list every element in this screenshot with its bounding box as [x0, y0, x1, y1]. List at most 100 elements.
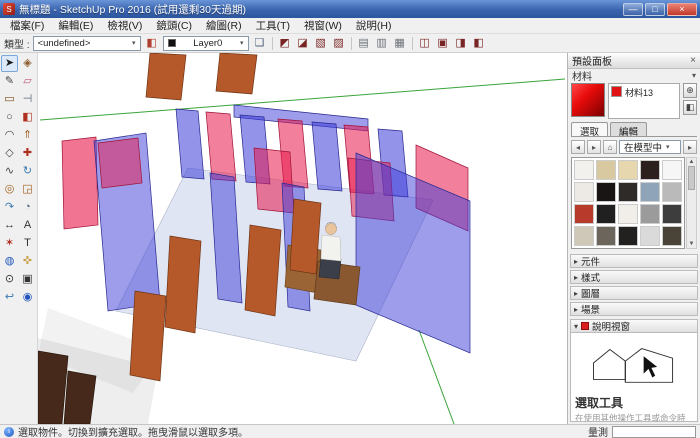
material-swatch-5[interactable] [662, 160, 682, 180]
camera-icon-1[interactable]: ▤ [356, 35, 372, 51]
warehouse-icon-2[interactable]: ▣ [435, 35, 451, 51]
material-swatch-13[interactable] [618, 204, 638, 224]
pan-tool[interactable]: ✜ [19, 253, 36, 270]
camera-icon-3[interactable]: ▦ [392, 35, 408, 51]
scroll-down-icon[interactable]: ▼ [689, 241, 695, 247]
move-tool[interactable]: ✚ [19, 145, 36, 162]
material-swatch-18[interactable] [618, 226, 638, 246]
orbit-tool[interactable]: ◍ [1, 253, 18, 270]
layer-dropdown[interactable]: Layer0 ▾ [163, 36, 249, 51]
paint-bucket-tool[interactable]: ◧ [19, 109, 36, 126]
material-swatch-3[interactable] [618, 160, 638, 180]
speaker[interactable] [165, 236, 201, 333]
material-swatch-16[interactable] [574, 226, 594, 246]
color-by-layer-icon[interactable]: ◧ [144, 35, 160, 51]
material-swatch-1[interactable] [574, 160, 594, 180]
back-icon[interactable]: ◂ [571, 140, 585, 154]
arc-tool[interactable]: ◠ [1, 127, 18, 144]
axes-tool[interactable]: ✶ [1, 235, 18, 252]
material-swatch-10[interactable] [662, 182, 682, 202]
panel-section-元件[interactable]: ▸元件 [570, 254, 698, 268]
menu-item-視窗(W)[interactable]: 視窗(W) [297, 18, 349, 33]
material-swatch-8[interactable] [618, 182, 638, 202]
materials-section-header[interactable]: 材料 ▾ [568, 69, 700, 82]
minimize-button[interactable]: — [623, 3, 643, 16]
material-swatch-19[interactable] [640, 226, 660, 246]
scrollbar-thumb[interactable] [688, 166, 695, 190]
material-swatch-9[interactable] [640, 182, 660, 202]
sandbox-icon-2[interactable]: ◪ [295, 35, 311, 51]
menu-item-檢視(V)[interactable]: 檢視(V) [100, 18, 149, 33]
panel-section-圖層[interactable]: ▸圖層 [570, 286, 698, 300]
material-swatch-2[interactable] [596, 160, 616, 180]
speaker[interactable] [64, 371, 96, 424]
eraser-tool[interactable]: ▱ [19, 73, 36, 90]
select-tool[interactable]: ➤ [1, 55, 18, 72]
material-swatch-4[interactable] [640, 160, 660, 180]
material-swatch-14[interactable] [640, 204, 660, 224]
create-material-button[interactable]: ⊕ [683, 83, 697, 98]
speaker[interactable] [130, 291, 166, 381]
material-swatch-6[interactable] [574, 182, 594, 202]
look-around-tool[interactable]: ◉ [19, 289, 36, 306]
3d-text-tool[interactable]: T [19, 235, 36, 252]
dimension-tool[interactable]: ↔ [1, 217, 18, 234]
zoom-extents-tool[interactable]: ▣ [19, 271, 36, 288]
instructor-header[interactable]: ▾ 說明視窗 [570, 319, 698, 333]
text-tool[interactable]: A [19, 217, 36, 234]
forward-icon[interactable]: ▸ [587, 140, 601, 154]
menu-item-說明(H)[interactable]: 說明(H) [349, 18, 399, 33]
viewport[interactable] [38, 53, 567, 424]
layers-panel-icon[interactable]: ❏ [252, 35, 268, 51]
make-component-tool[interactable]: ◈ [19, 55, 36, 72]
menu-item-繪圖(R)[interactable]: 繪圖(R) [199, 18, 249, 33]
close-button[interactable]: × [667, 3, 697, 16]
sandbox-icon-1[interactable]: ◩ [277, 35, 293, 51]
follow-me-tool[interactable]: ↷ [1, 199, 18, 216]
polygon-tool[interactable]: ◇ [1, 145, 18, 162]
warehouse-icon-1[interactable]: ◫ [417, 35, 433, 51]
speaker[interactable] [245, 225, 281, 316]
material-swatch-11[interactable] [574, 204, 594, 224]
zoom-tool[interactable]: ⊙ [1, 271, 18, 288]
push-pull-tool[interactable]: ⇑ [19, 127, 36, 144]
wall-panel[interactable] [62, 137, 98, 229]
wall-panel[interactable] [176, 109, 204, 179]
menu-item-檔案(F)[interactable]: 檔案(F) [3, 18, 51, 33]
material-swatch-20[interactable] [662, 226, 682, 246]
freehand-tool[interactable]: ∿ [1, 163, 18, 180]
swatch-scrollbar[interactable]: ▲ ▼ [686, 157, 697, 249]
material-preview[interactable] [571, 83, 605, 117]
geolocation-icon[interactable]: i [4, 427, 14, 437]
tab-edit[interactable]: 編輯 [610, 122, 647, 136]
speaker[interactable] [146, 53, 186, 100]
warehouse-icon-3[interactable]: ◨ [453, 35, 469, 51]
protractor-tool[interactable]: ◔ [19, 199, 36, 216]
sandbox-icon-3[interactable]: ▧ [313, 35, 329, 51]
type-dropdown[interactable]: <undefined> ▾ [33, 36, 141, 51]
sandbox-icon-4[interactable]: ▨ [331, 35, 347, 51]
maximize-button[interactable]: □ [645, 3, 665, 16]
material-swatch-15[interactable] [662, 204, 682, 224]
menu-item-編輯(E)[interactable]: 編輯(E) [51, 18, 100, 33]
tape-measure-tool[interactable]: ⊣ [19, 91, 36, 108]
scale-tool[interactable]: ◲ [19, 181, 36, 198]
rotate-tool[interactable]: ↻ [19, 163, 36, 180]
circle-tool[interactable]: ○ [1, 109, 18, 126]
rectangle-tool[interactable]: ▭ [1, 91, 18, 108]
offset-tool[interactable]: ◎ [1, 181, 18, 198]
wall-panel[interactable] [98, 138, 142, 188]
details-menu-icon[interactable]: ▸ [683, 140, 697, 154]
speaker[interactable] [290, 199, 321, 274]
material-swatch-17[interactable] [596, 226, 616, 246]
camera-icon-2[interactable]: ▥ [374, 35, 390, 51]
measurements-input[interactable] [612, 426, 696, 438]
panel-section-樣式[interactable]: ▸樣式 [570, 270, 698, 284]
home-icon[interactable]: ⌂ [603, 140, 617, 154]
tab-select[interactable]: 選取 [571, 122, 608, 136]
warehouse-icon-4[interactable]: ◧ [471, 35, 487, 51]
menu-item-鏡頭(C)[interactable]: 鏡頭(C) [149, 18, 199, 33]
line-tool[interactable]: ✎ [1, 73, 18, 90]
panel-section-場景[interactable]: ▸場景 [570, 302, 698, 316]
close-icon[interactable]: × [690, 55, 696, 66]
